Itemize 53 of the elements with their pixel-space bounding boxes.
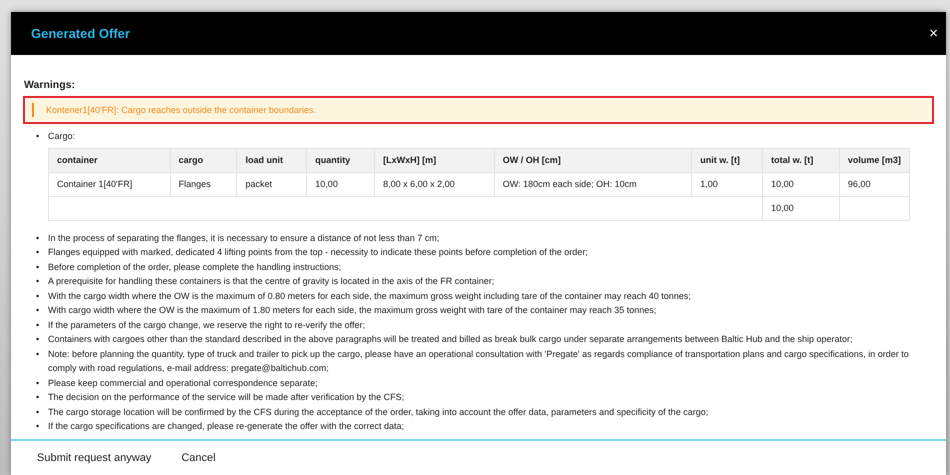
column-header: volume [m3] — [839, 148, 910, 172]
note-text: The decision on the performance of the service will be made after verification by the CFS; — [48, 391, 404, 404]
warning-text: Kontener1[40'FR]: Cargo reaches outside the container boundaries. — [32, 103, 316, 117]
column-header: cargo — [170, 148, 237, 172]
column-header: quantity — [306, 148, 375, 172]
note-text: A prerequisite for handling these containers is that the centre of gravity is located in the axis of the FR container; — [48, 275, 494, 288]
note-text: The cargo storage location will be confirmed by the CFS during the acceptance of the order, taking into account the offer data, parameters and specificity of the cargo; — [48, 406, 708, 419]
column-header: unit w. [t] — [692, 148, 763, 172]
dialog-title: Generated Offer — [31, 26, 130, 41]
bullet-icon: • — [36, 390, 42, 404]
bullet-icon: • — [36, 404, 42, 419]
bullet-icon: • — [36, 332, 42, 346]
table-cell: packet — [236, 172, 307, 196]
bullet-icon: • — [36, 274, 42, 288]
cancel-button[interactable]: Cancel — [181, 450, 216, 466]
column-header: total w. [t] — [762, 148, 840, 172]
bullet-icon: • — [36, 419, 42, 434]
note-text: With cargo width where the OW is the maximum of 1.80 meters for each side, the maximum gross weight with tare of the container may reach 35 tonnes; — [48, 304, 656, 317]
table-cell: 10,00 — [762, 172, 840, 196]
submit-button[interactable]: Submit request anyway — [37, 450, 152, 466]
table-cell: 8,00 x 6,00 x 2,00 — [374, 172, 494, 196]
note-text: In the process of separating the flanges, it is necessary to ensure a distance of not less than 7 cm; — [48, 232, 440, 245]
warnings-heading: Warnings: — [24, 79, 76, 91]
note-text: Containers with cargoes other than the standard described in the above paragraphs will be treated and billed as break bulk cargo under separate arrangements between Baltic Hub and the ship operator; — [48, 333, 852, 346]
column-header: OW / OH [cm] — [494, 148, 692, 172]
table-cell: Container 1[40'FR] — [48, 172, 170, 196]
bullet-icon: • — [36, 245, 42, 260]
note-text: If the cargo specifications are changed, please re-generate the offer with the correct data; — [48, 420, 404, 433]
table-cell: OW: 180cm each side; OH: 10cm — [494, 172, 692, 196]
table-cell: 1,00 — [692, 172, 763, 196]
bullet-icon: • — [36, 260, 42, 274]
bullet-icon: • — [36, 303, 42, 318]
table-cell: 10,00 — [306, 172, 375, 196]
column-header: load unit — [236, 148, 307, 172]
bullet-icon: • — [36, 230, 42, 245]
note-text: Note: before planning the quantity, type of truck and trailer to pick up the cargo, please have an operational consultation with 'Pregate' as regards compliance of transportation plans and cargo specifications, in order to comply with road regulations, e-mail address: pregate@baltichub.com; — [48, 348, 910, 375]
bullet-icon: • — [36, 288, 42, 303]
table-cell: Flanges — [170, 172, 237, 196]
cargo-label: Cargo: — [48, 130, 76, 143]
note-text: If the parameters of the cargo change, we reserve the right to re-verify the offer; — [48, 318, 365, 332]
note-text: Before completion of the order, please complete the handling instructions; — [48, 260, 342, 274]
column-header: [LxWxH] [m] — [374, 148, 494, 172]
note-text: With the cargo width where the OW is the maximum of 0.80 meters for each side, the maximum gross weight including tare of the container may reach 40 tonnes; — [48, 290, 691, 303]
table-cell: 96,00 — [839, 172, 910, 196]
bullet-icon: • — [36, 318, 42, 332]
bullet-icon: • — [36, 129, 42, 230]
table-cell: 10,00 — [762, 196, 840, 220]
column-header: container — [48, 148, 170, 172]
close-button[interactable]: × — [927, 25, 940, 42]
bullet-icon: • — [36, 376, 42, 390]
bullet-icon: • — [36, 346, 42, 376]
note-text: Please keep commercial and operational correspondence separate; — [48, 376, 318, 390]
note-text: Flanges equipped with marked, dedicated 4 lifting points from the top - necessity to indicate these points before completion of the order; — [48, 246, 588, 259]
